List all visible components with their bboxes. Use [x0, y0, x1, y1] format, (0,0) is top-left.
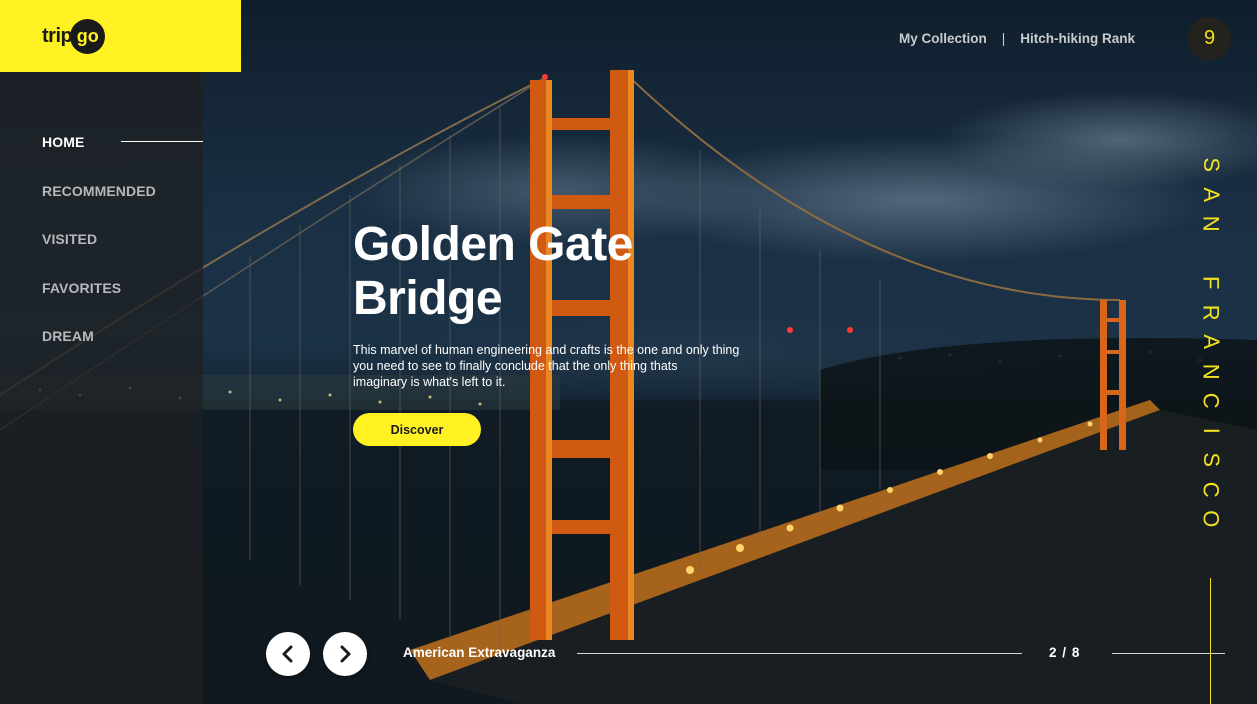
page-title: Golden Gate Bridge	[353, 218, 773, 326]
city-letter: I	[1198, 427, 1224, 434]
city-letter: C	[1198, 392, 1224, 409]
slide-counter: 2 / 8	[1049, 645, 1080, 660]
next-slide-button[interactable]	[323, 632, 367, 676]
prev-slide-button[interactable]	[266, 632, 310, 676]
slide-total: 8	[1071, 645, 1081, 660]
sidebar-item-dream[interactable]: DREAM	[42, 324, 156, 373]
chevron-right-icon	[340, 645, 351, 663]
city-vertical-line	[1210, 578, 1211, 704]
city-letter: O	[1198, 510, 1224, 528]
hero-description: This marvel of human engineering and cra…	[353, 342, 783, 390]
city-letter: A	[1198, 186, 1224, 202]
active-indicator-line	[121, 141, 203, 142]
sidebar-item-favorites[interactable]: FAVORITES	[42, 276, 156, 325]
logo-text-go: go	[70, 18, 106, 54]
notification-badge[interactable]: 9	[1188, 17, 1231, 60]
logo-text-trip: trip	[42, 24, 73, 47]
city-letter: F	[1198, 276, 1224, 290]
counter-line	[1112, 653, 1225, 654]
top-nav: My Collection | Hitch-hiking Rank	[899, 31, 1135, 46]
my-collection-link[interactable]: My Collection	[899, 31, 987, 46]
slide-counter-separator: /	[1062, 645, 1068, 660]
discover-button[interactable]: Discover	[353, 413, 481, 446]
city-letter: S	[1198, 157, 1224, 173]
description-line-1: This marvel of human engineering and cra…	[353, 343, 740, 357]
description-line-3: imaginary is what's left to it.	[353, 375, 506, 389]
sidebar-item-home[interactable]: HOME	[42, 130, 156, 179]
description-line-2: you need to see to finally conclude that…	[353, 359, 678, 373]
sidebar-item-visited[interactable]: VISITED	[42, 227, 156, 276]
collection-name: American Extravaganza	[403, 645, 556, 660]
city-letter: C	[1198, 481, 1224, 498]
city-letter: S	[1198, 452, 1224, 468]
logo[interactable]: trip go	[0, 0, 241, 72]
title-line-1: Golden Gate	[353, 218, 633, 271]
city-letter: N	[1198, 215, 1224, 232]
city-letter: R	[1198, 304, 1224, 321]
top-nav-separator: |	[1001, 31, 1006, 46]
city-letter: N	[1198, 363, 1224, 380]
slide-current: 2	[1049, 645, 1058, 660]
city-letter: A	[1198, 334, 1224, 350]
title-line-2: Bridge	[353, 272, 503, 325]
progress-line	[577, 653, 1022, 654]
sidebar-nav: HOME RECOMMENDED VISITED FAVORITES DREAM	[42, 130, 156, 373]
city-label-vertical: S A N F R A N C I S C O	[1194, 150, 1228, 534]
sidebar-item-recommended[interactable]: RECOMMENDED	[42, 179, 156, 228]
hitch-hiking-rank-link[interactable]: Hitch-hiking Rank	[1020, 31, 1135, 46]
chevron-left-icon	[282, 645, 293, 663]
